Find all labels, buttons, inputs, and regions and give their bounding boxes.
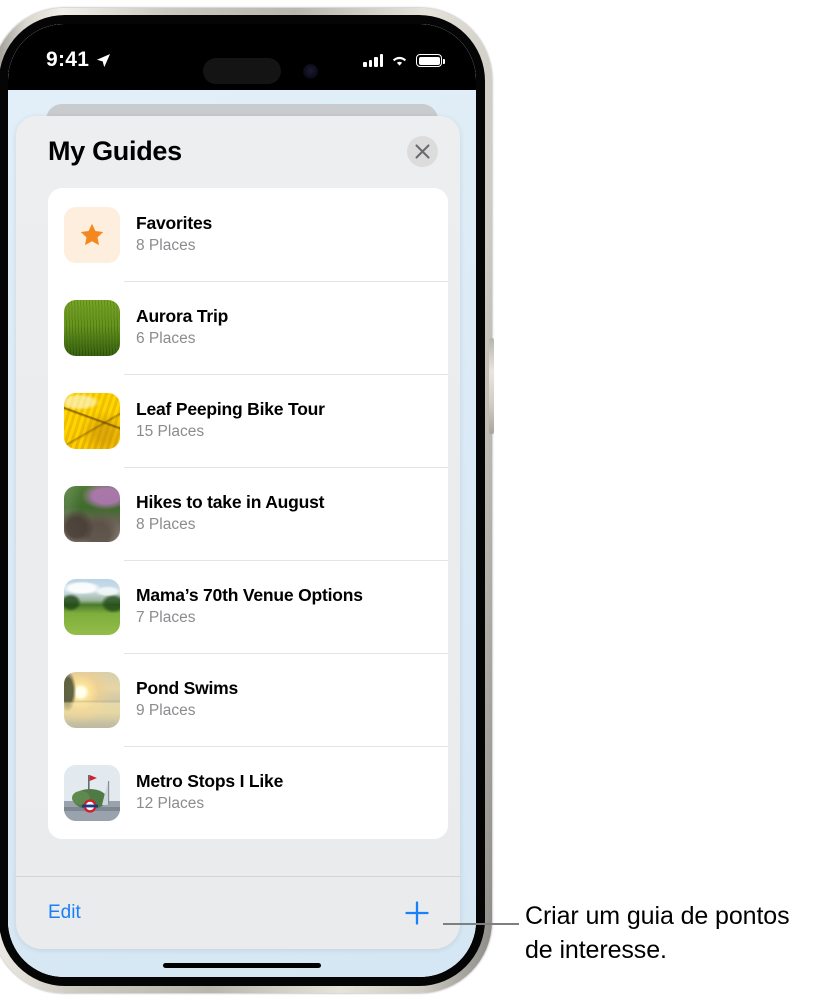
status-time: 9:41 (46, 48, 90, 71)
close-icon[interactable] (407, 135, 438, 167)
guide-name: Leaf Peeping Bike Tour (136, 398, 325, 419)
list-item-text: Mama’s 70th Venue Options 7 Places (136, 584, 363, 629)
yellow-leaves-photo (64, 392, 120, 449)
list-item[interactable]: Leaf Peeping Bike Tour 15 Places (48, 374, 448, 467)
guide-name: Aurora Trip (136, 305, 229, 326)
list-item[interactable]: Favorites 8 Places (48, 188, 448, 281)
list-item[interactable]: Metro Stops I Like 12 Places (48, 746, 448, 839)
grass-photo (64, 299, 120, 356)
guide-place-count: 9 Places (136, 702, 196, 720)
wifi-icon (392, 56, 407, 66)
list-item-text: Leaf Peeping Bike Tour 15 Places (136, 398, 325, 443)
sunset-water-photo (64, 671, 120, 728)
list-item[interactable]: Aurora Trip 6 Places (48, 281, 448, 374)
guide-place-count: 8 Places (136, 237, 196, 255)
guide-name: Metro Stops I Like (136, 770, 284, 791)
my-guides-sheet: My Guides Favorites 8 Places Aurora Trip… (16, 116, 460, 949)
list-item[interactable]: Hikes to take in August 8 Places (48, 467, 448, 560)
sheet-header: My Guides (16, 116, 460, 186)
callout-text: Criar um guia de pontos de interesse. (525, 902, 790, 964)
list-item-text: Hikes to take in August 8 Places (136, 491, 324, 536)
edit-button[interactable]: Edit (48, 902, 81, 924)
forest-trail-photo (64, 485, 120, 542)
guide-place-count: 12 Places (136, 795, 205, 813)
guide-place-count: 6 Places (136, 330, 196, 348)
status-indicators (363, 54, 445, 67)
list-item[interactable]: Mama’s 70th Venue Options 7 Places (48, 560, 448, 653)
list-item-text: Metro Stops I Like 12 Places (136, 770, 283, 815)
location-arrow-icon (96, 53, 111, 68)
list-item-text: Aurora Trip 6 Places (136, 305, 228, 350)
cellular-bars-icon (363, 54, 383, 67)
list-item[interactable]: Pond Swims 9 Places (48, 653, 448, 746)
home-indicator (163, 963, 321, 968)
dynamic-island (203, 58, 281, 84)
page-title: My Guides (48, 135, 182, 166)
guide-name: Mama’s 70th Venue Options (136, 584, 363, 605)
power-button[interactable] (489, 338, 494, 434)
sheet-toolbar: Edit (16, 876, 460, 949)
guide-place-count: 8 Places (136, 516, 196, 534)
meadow-photo (64, 578, 120, 635)
guides-list: Favorites 8 Places Aurora Trip 6 Places (48, 188, 448, 839)
star-icon (64, 206, 120, 263)
battery-icon (416, 54, 445, 67)
device-screen: 9:41 My Guides Favorites 8 Places Aurora… (8, 24, 476, 977)
guide-name: Favorites (136, 212, 213, 233)
maps-app-screen: 9:41 My Guides Favorites 8 Places Aurora… (8, 24, 476, 977)
guide-place-count: 15 Places (136, 423, 205, 441)
guide-name: Hikes to take in August (136, 491, 325, 512)
iphone-device-frame: 9:41 My Guides Favorites 8 Places Aurora… (0, 8, 494, 993)
list-item-text: Pond Swims 9 Places (136, 677, 238, 722)
metro-station-photo (64, 764, 120, 821)
callout-leader-line (443, 923, 519, 925)
plus-icon[interactable] (400, 896, 434, 930)
front-camera-icon (302, 64, 318, 79)
list-item-text: Favorites 8 Places (136, 212, 212, 257)
guide-name: Pond Swims (136, 677, 239, 698)
guide-place-count: 7 Places (136, 609, 196, 627)
